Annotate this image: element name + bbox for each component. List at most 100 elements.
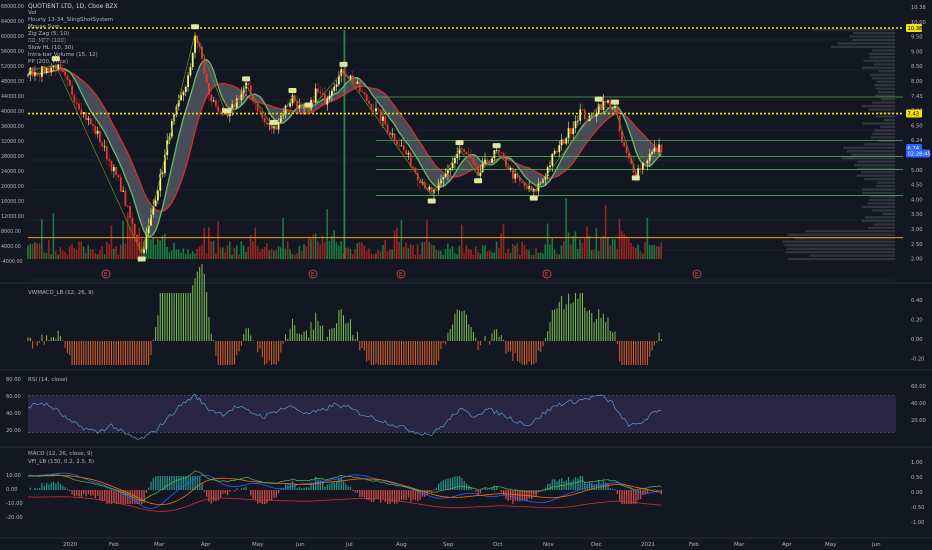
volume-bar — [637, 244, 639, 259]
candle-body — [419, 180, 421, 184]
macd-hist-bar — [373, 490, 375, 502]
volume-bar — [247, 247, 250, 259]
macd-right-tick: -0.50 — [911, 505, 924, 511]
volume-bar — [89, 248, 92, 259]
volume-bar — [52, 213, 55, 259]
candle-body — [314, 88, 317, 103]
vwmacd-bar — [138, 341, 140, 365]
volume-bar — [57, 254, 59, 259]
vwmacd-bar — [549, 321, 551, 341]
vwmacd-bar — [514, 341, 516, 353]
vwmacd-bar — [319, 325, 321, 341]
x-axis-tick: May — [825, 542, 837, 548]
vwmacd-bar — [602, 313, 604, 341]
macd-right-tick: 0.00 — [911, 490, 923, 496]
macd-hist-bar — [71, 490, 73, 495]
macd-hist-bar — [152, 478, 154, 490]
volume-bar — [161, 235, 164, 259]
candle-body — [625, 146, 628, 153]
vwmacd-bar — [435, 341, 437, 365]
volume-bar — [150, 239, 152, 259]
volume-bar — [189, 253, 192, 259]
volume-bar — [349, 248, 352, 259]
macd-hist-bar — [354, 490, 356, 493]
volume-bar — [71, 243, 73, 259]
vwmacd-bar — [287, 338, 289, 341]
vwmacd-bar — [57, 330, 59, 341]
vwmacd-bar — [396, 341, 398, 365]
stock-chart-canvas[interactable]: 10.3810.009.509.008.508.007.437.006.506.… — [0, 0, 932, 550]
volume-bar — [590, 250, 593, 259]
vwmacd-bar — [115, 341, 117, 365]
macd-hist-bar — [447, 478, 449, 490]
volume-axis-tick: 44000.00 — [1, 94, 24, 100]
candle-body — [463, 149, 466, 152]
vwmacd-bar — [315, 312, 317, 341]
volume-bar — [124, 243, 127, 259]
macd-hist-bar — [486, 489, 489, 490]
volume-bar — [94, 253, 96, 259]
macd-hist-bar — [317, 479, 319, 490]
macd-hist-bar — [266, 490, 268, 504]
candle-body — [428, 186, 431, 190]
macd-hist-bar — [203, 490, 206, 492]
vwmacd-bar — [141, 341, 143, 365]
candle-body — [254, 101, 257, 104]
candle-body — [36, 72, 39, 76]
vwmacd-bar — [607, 317, 609, 341]
volume-bar — [45, 252, 48, 259]
rsi-left-tick: 20.00 — [6, 428, 21, 434]
macd-hist-bar — [66, 488, 69, 490]
macd-hist-bar — [106, 490, 108, 504]
vwmacd-bar — [308, 337, 310, 341]
volume-bar — [159, 240, 161, 259]
volume-axis-tick: 4000.00 — [1, 244, 21, 250]
vwmacd-bar — [421, 341, 423, 365]
macd-hist-bar — [519, 490, 521, 502]
vwmacd-bar — [530, 341, 532, 365]
volume-bar — [351, 254, 354, 259]
macd-hist-bar — [157, 476, 159, 490]
vwmacd-bar — [614, 331, 616, 341]
vwmacd-bar — [275, 341, 277, 365]
x-axis-tick: May — [252, 542, 264, 548]
volume-bar — [300, 251, 303, 259]
vwmacd-bar — [387, 341, 389, 365]
volume-bar — [423, 241, 426, 259]
volume-bar — [502, 224, 505, 259]
vwmacd-bar — [572, 302, 574, 341]
volume-profile-bar — [874, 84, 895, 87]
vwmacd-bar — [600, 317, 602, 341]
candle-body — [525, 186, 528, 189]
candle-body — [68, 79, 71, 86]
candle-body — [208, 83, 210, 95]
volume-bar — [616, 248, 618, 259]
candle-body — [574, 121, 577, 129]
volume-bar — [498, 247, 500, 259]
vwmacd-axis-tick: 0.20 — [911, 318, 923, 324]
volume-bar — [326, 208, 328, 259]
macd-hist-bar — [326, 484, 328, 490]
volume-bar — [59, 247, 62, 259]
vwmacd-bar — [656, 341, 658, 343]
volume-bar — [389, 249, 391, 259]
macd-hist-bar — [189, 476, 192, 490]
volume-bar — [572, 235, 574, 259]
price-badge-text: 7.43 — [908, 112, 920, 118]
volume-profile-bar — [782, 240, 895, 243]
vwmacd-bar — [542, 341, 544, 347]
vwmacd-bar — [157, 315, 159, 341]
macd-hist-bar — [69, 490, 71, 492]
vwmacd-bar — [78, 341, 80, 365]
macd-hist-bar — [303, 487, 305, 490]
candle-body — [502, 153, 505, 158]
vwmacd-bar — [268, 341, 270, 361]
vwmacd-bar — [48, 340, 50, 341]
candle-body — [203, 58, 206, 74]
volume-bar — [268, 250, 270, 259]
macd-hist-bar — [201, 483, 203, 490]
vwmacd-bar — [410, 341, 412, 365]
candle-body — [377, 108, 380, 110]
vwmacd-bar — [336, 323, 338, 341]
macd-hist-bar — [387, 490, 389, 504]
